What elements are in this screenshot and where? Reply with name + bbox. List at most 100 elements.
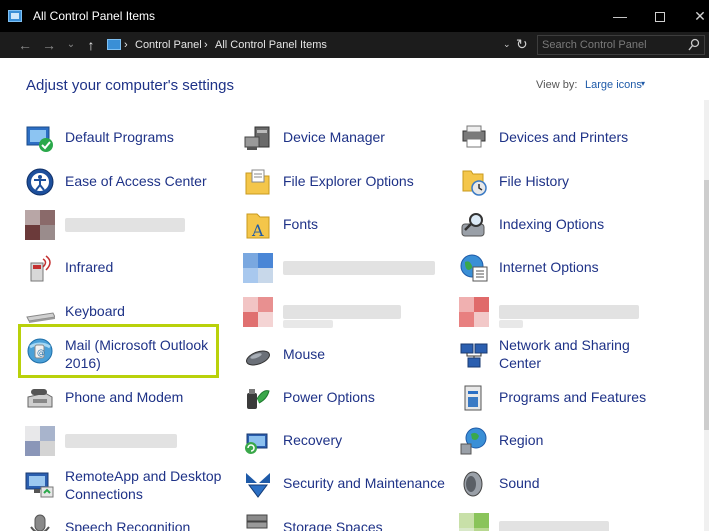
address-bar: ← → ⌄ ↑ › Control Panel › All Control Pa… bbox=[0, 32, 709, 58]
item-label: File Explorer Options bbox=[283, 173, 414, 189]
item-mouse[interactable]: Mouse bbox=[243, 340, 443, 380]
security-maintenance-icon bbox=[246, 473, 270, 498]
ease-of-access-icon bbox=[26, 168, 54, 196]
device-manager-icon bbox=[244, 126, 270, 150]
file-history-icon bbox=[462, 170, 487, 196]
search-icon[interactable] bbox=[688, 38, 700, 52]
breadcrumb[interactable]: › Control Panel › All Control Panel Item… bbox=[104, 34, 532, 56]
item-fonts[interactable]: A Fonts bbox=[243, 210, 443, 250]
item-default-programs[interactable]: Default Programs bbox=[25, 123, 225, 163]
item-remoteapp[interactable]: RemoteApp and Desktop Connections bbox=[25, 468, 225, 509]
control-panel-icon bbox=[107, 39, 121, 50]
recovery-icon bbox=[245, 433, 268, 454]
storage-spaces-icon bbox=[246, 514, 268, 529]
item-redacted[interactable] bbox=[25, 426, 225, 466]
item-indexing-options[interactable]: Indexing Options bbox=[459, 210, 659, 250]
window-title: All Control Panel Items bbox=[33, 9, 156, 23]
speech-icon bbox=[30, 514, 50, 531]
redacted-icon bbox=[459, 297, 489, 327]
breadcrumb-separator: › bbox=[124, 39, 128, 51]
redacted-label bbox=[499, 305, 639, 319]
svg-text:A: A bbox=[251, 221, 264, 240]
item-label: Default Programs bbox=[65, 129, 174, 145]
item-redacted[interactable] bbox=[459, 513, 659, 531]
item-label: Keyboard bbox=[65, 303, 125, 319]
redacted-label bbox=[499, 521, 609, 531]
item-infrared[interactable]: Infrared bbox=[25, 253, 225, 293]
item-file-history[interactable]: File History bbox=[459, 167, 659, 207]
item-redacted[interactable] bbox=[243, 253, 443, 293]
item-label: Device Manager bbox=[283, 129, 385, 145]
item-redacted[interactable] bbox=[459, 297, 659, 337]
item-power-options[interactable]: Power Options bbox=[243, 383, 443, 423]
minimize-button[interactable]: — bbox=[600, 2, 640, 30]
indexing-options-icon bbox=[461, 213, 485, 237]
item-label: Security and Maintenance bbox=[283, 475, 445, 491]
infrared-icon bbox=[30, 255, 51, 282]
redacted-label bbox=[65, 434, 177, 448]
recent-locations-button[interactable]: ⌄ bbox=[62, 36, 80, 54]
item-network-and-sharing-center[interactable]: Network and Sharing Center bbox=[459, 337, 659, 380]
page-title: Adjust your computer's settings bbox=[26, 77, 234, 94]
keyboard-icon bbox=[26, 312, 55, 323]
item-label: Fonts bbox=[283, 216, 319, 232]
item-label: Devices and Printers bbox=[499, 129, 629, 145]
item-label: Power Options bbox=[283, 389, 375, 405]
breadcrumb-control-panel[interactable]: Control Panel bbox=[135, 39, 202, 51]
breadcrumb-all-items[interactable]: All Control Panel Items bbox=[215, 39, 327, 51]
redacted-label bbox=[283, 305, 401, 319]
item-label: File History bbox=[499, 173, 570, 189]
redacted-icon bbox=[25, 210, 55, 240]
up-button[interactable]: ↑ bbox=[82, 36, 100, 54]
view-by-dropdown[interactable]: Large icons bbox=[585, 79, 642, 91]
redacted-label bbox=[283, 320, 333, 328]
item-label: Region bbox=[499, 432, 544, 448]
item-label: Phone and Modem bbox=[65, 389, 184, 405]
region-icon bbox=[460, 427, 487, 455]
view-by-label: View by: bbox=[536, 79, 578, 91]
item-label: Ease of Access Center bbox=[65, 173, 207, 189]
item-label: Programs and Features bbox=[499, 389, 647, 405]
vertical-scrollbar[interactable] bbox=[704, 100, 709, 531]
redacted-icon bbox=[243, 297, 273, 327]
default-programs-icon bbox=[26, 126, 53, 152]
item-device-manager[interactable]: Device Manager bbox=[243, 123, 443, 163]
phone-modem-icon bbox=[27, 389, 53, 408]
item-label: Storage Spaces bbox=[283, 519, 383, 531]
item-devices-and-printers[interactable]: Devices and Printers bbox=[459, 123, 659, 163]
item-programs-and-features[interactable]: Programs and Features bbox=[459, 383, 659, 423]
internet-options-icon bbox=[460, 254, 488, 282]
refresh-button[interactable]: ↻ bbox=[516, 36, 528, 53]
item-speech-recognition[interactable]: Speech Recognition bbox=[25, 513, 225, 531]
item-label: Indexing Options bbox=[499, 216, 605, 232]
item-phone-and-modem[interactable]: Phone and Modem bbox=[25, 383, 225, 423]
item-file-explorer-options[interactable]: File Explorer Options bbox=[243, 167, 443, 207]
item-internet-options[interactable]: Internet Options bbox=[459, 253, 659, 293]
back-button[interactable]: ← bbox=[16, 36, 34, 54]
item-region[interactable]: Region bbox=[459, 426, 659, 466]
item-redacted[interactable] bbox=[25, 210, 225, 250]
item-redacted[interactable] bbox=[243, 297, 443, 337]
search-box[interactable] bbox=[537, 35, 705, 55]
item-ease-of-access[interactable]: Ease of Access Center bbox=[25, 167, 225, 207]
redacted-label bbox=[65, 218, 185, 232]
item-recovery[interactable]: Recovery bbox=[243, 426, 443, 466]
scrollbar-thumb[interactable] bbox=[704, 180, 709, 430]
address-dropdown-button[interactable]: ⌄ bbox=[503, 39, 511, 50]
item-sound[interactable]: Sound bbox=[459, 469, 659, 509]
item-label: Sound bbox=[499, 475, 540, 491]
item-label: Recovery bbox=[283, 432, 343, 448]
chevron-down-icon[interactable]: ▾ bbox=[641, 79, 645, 88]
network-sharing-icon bbox=[460, 343, 488, 368]
devices-printers-icon bbox=[462, 125, 486, 148]
search-input[interactable] bbox=[542, 38, 682, 52]
close-button[interactable]: ✕ bbox=[680, 2, 709, 30]
item-storage-spaces[interactable]: Storage Spaces bbox=[243, 513, 443, 531]
maximize-button[interactable] bbox=[640, 2, 680, 30]
redacted-label bbox=[283, 261, 435, 275]
item-label: Speech Recognition bbox=[65, 519, 191, 531]
item-label: Internet Options bbox=[499, 259, 599, 275]
mouse-icon bbox=[246, 350, 270, 366]
item-security-and-maintenance[interactable]: Security and Maintenance bbox=[243, 469, 445, 509]
forward-button[interactable]: → bbox=[40, 36, 58, 54]
